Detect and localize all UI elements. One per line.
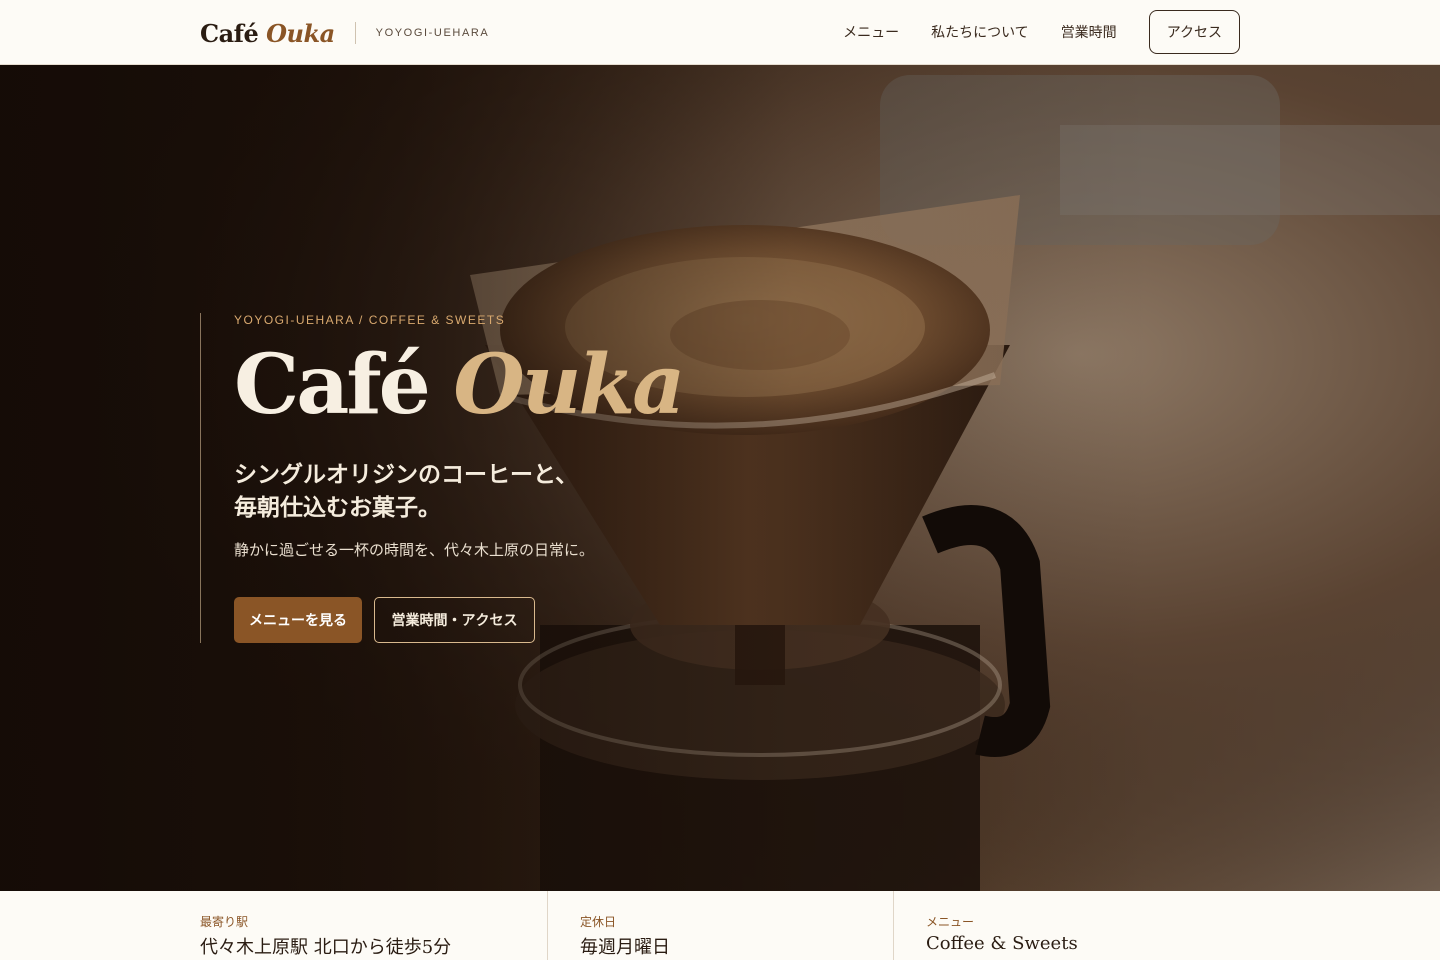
brand-divider <box>354 22 356 44</box>
view-menu-button[interactable]: メニューを見る <box>234 597 362 643</box>
logo-accent: Ouka <box>266 18 335 48</box>
hero-tagline: シングルオリジンのコーヒーと、 毎朝仕込むお菓子。 <box>234 458 714 524</box>
hero-tagline-line2: 毎朝仕込むお菓子。 <box>234 494 441 521</box>
info-strip: 最寄り駅 代々木上原駅 北口から徒歩5分 定休日 毎週月曜日 メニュー Coff… <box>0 891 1440 960</box>
nav-item-menu[interactable]: メニュー <box>843 22 899 42</box>
logo[interactable]: Café Ouka <box>200 19 335 48</box>
hero-section: YOYOGI-UEHARA / COFFEE & SWEETS Café Ouk… <box>0 65 1440 891</box>
site-header: Café Ouka YOYOGI-UEHARA メニュー 私たちについて 営業時… <box>0 0 1440 65</box>
info-value: 毎週月曜日 <box>580 937 670 958</box>
hero-description: 静かに過ごせる一杯の時間を、代々木上原の日常に。 <box>234 542 595 559</box>
hours-access-button[interactable]: 営業時間・アクセス <box>374 597 535 643</box>
hero-title-main: Café <box>234 337 431 433</box>
info-label: メニュー <box>926 915 975 929</box>
brand-location: YOYOGI-UEHARA <box>375 27 490 39</box>
hero-title-accent: Ouka <box>453 337 685 433</box>
hero-eyebrow: YOYOGI-UEHARA / COFFEE & SWEETS <box>234 313 506 327</box>
hero-content: YOYOGI-UEHARA / COFFEE & SWEETS Café Ouk… <box>200 313 720 643</box>
main-nav: メニュー 私たちについて 営業時間 アクセス <box>811 10 1240 54</box>
hero-tagline-line1: シングルオリジンのコーヒーと、 <box>234 461 579 488</box>
info-value: 代々木上原駅 北口から徒歩5分 <box>200 937 452 958</box>
hero-title: Café Ouka <box>234 335 685 435</box>
brand[interactable]: Café Ouka YOYOGI-UEHARA <box>200 16 489 50</box>
logo-main: Café <box>200 18 259 48</box>
info-item-station: 最寄り駅 代々木上原駅 北口から徒歩5分 <box>0 891 547 960</box>
info-item-menu: メニュー Coffee & Sweets <box>894 891 1440 960</box>
access-button[interactable]: アクセス <box>1148 10 1240 54</box>
nav-item-hours[interactable]: 営業時間 <box>1061 22 1117 42</box>
nav-item-about[interactable]: 私たちについて <box>931 22 1029 42</box>
info-label: 最寄り駅 <box>200 915 249 929</box>
info-item-holiday: 定休日 毎週月曜日 <box>548 891 893 960</box>
info-label: 定休日 <box>580 915 617 929</box>
info-value: Coffee & Sweets <box>926 933 1078 954</box>
